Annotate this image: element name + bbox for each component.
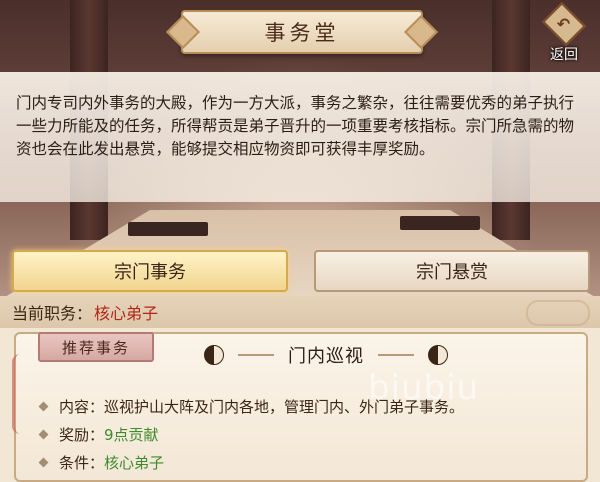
condition-value: 核心弟子	[104, 453, 165, 472]
left-bench	[128, 222, 208, 236]
recommended-tag-label: 推荐事务	[61, 338, 130, 357]
watermark: biubiu	[368, 368, 480, 408]
bullet-diamond-icon	[38, 401, 49, 411]
role-value: 核心弟子	[94, 304, 159, 323]
task-title: 门内巡视	[288, 346, 364, 367]
divider	[378, 354, 414, 356]
bullet-diamond-icon	[38, 429, 49, 439]
divider	[238, 354, 274, 356]
yinyang-icon	[204, 345, 224, 365]
cloud-ornament-icon	[526, 300, 590, 326]
current-role-bar: 当前职务： 核心弟子	[0, 296, 600, 328]
page-title: 事务堂	[264, 21, 340, 45]
description-text: 门内专司内外事务的大殿，作为一方大派，事务之繁杂，往往需要优秀的弟子执行一些力所…	[16, 94, 575, 158]
reward-label: 奖励：	[59, 425, 105, 444]
yinyang-icon	[428, 345, 448, 365]
tab-sect-affairs-label: 宗门事务	[114, 262, 186, 283]
recommended-tag: 推荐事务	[38, 332, 154, 362]
task-details: 内容： 巡视护山大阵及门内各地，管理门内、外门弟子事务。 奖励： 9点贡献 条件…	[38, 392, 576, 476]
right-bench	[400, 216, 480, 230]
role-label: 当前职务：	[12, 304, 93, 323]
content-label: 内容：	[59, 397, 105, 416]
affairs-panel: 当前职务： 核心弟子 推荐事务 门内巡视 内容： 巡视护山大阵及门内各地，管理门…	[0, 296, 600, 482]
back-button[interactable]: ↶ 返回	[538, 2, 590, 64]
task-title-wrap: 门内巡视	[186, 340, 466, 370]
title-plaque: 事务堂	[181, 10, 423, 54]
condition-label: 条件：	[59, 453, 105, 472]
bullet-diamond-icon	[38, 457, 49, 467]
task-condition-row: 条件： 核心弟子	[38, 448, 576, 476]
description-panel: 门内专司内外事务的大殿，作为一方大派，事务之繁杂，往往需要优秀的弟子执行一些力所…	[0, 72, 600, 202]
back-label: 返回	[550, 47, 578, 63]
task-content-row: 内容： 巡视护山大阵及门内各地，管理门内、外门弟子事务。	[38, 392, 576, 420]
tab-sect-bounty-label: 宗门悬赏	[416, 262, 488, 283]
reward-value: 9点贡献	[104, 425, 159, 444]
task-reward-row: 奖励： 9点贡献	[38, 420, 576, 448]
tab-sect-bounty[interactable]: 宗门悬赏	[314, 250, 590, 292]
task-card[interactable]: 推荐事务 门内巡视 内容： 巡视护山大阵及门内各地，管理门内、外门弟子事务。 奖…	[12, 332, 588, 482]
tab-sect-affairs[interactable]: 宗门事务	[12, 250, 288, 292]
back-arrow-icon: ↶	[542, 2, 586, 46]
ribbon-ornament	[12, 354, 29, 434]
